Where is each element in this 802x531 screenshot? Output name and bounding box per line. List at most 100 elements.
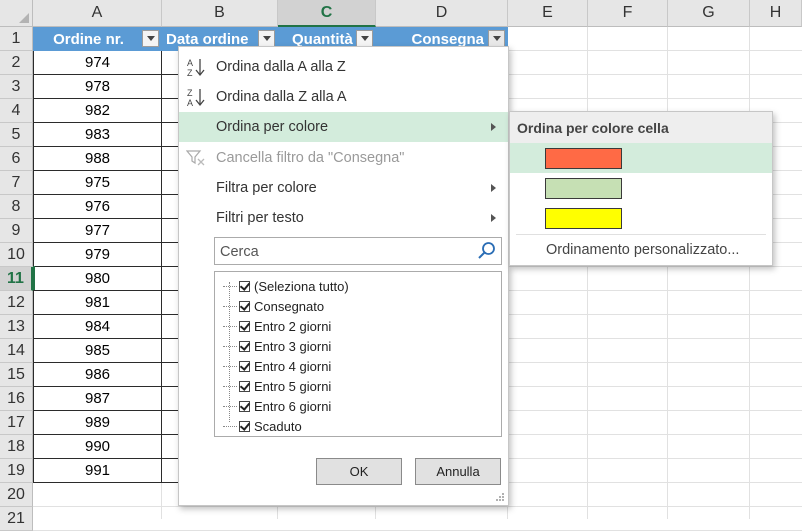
- row-header-19[interactable]: 19: [0, 459, 33, 483]
- cell-date-partial[interactable]: [162, 99, 178, 123]
- cell-order-number[interactable]: 980: [33, 267, 162, 291]
- row-header-14[interactable]: 14: [0, 339, 33, 363]
- cell-date-partial[interactable]: [162, 363, 178, 387]
- column-header-f[interactable]: F: [588, 0, 668, 27]
- cell-date-partial[interactable]: [162, 51, 178, 75]
- cell-date-partial[interactable]: [162, 291, 178, 315]
- column-header-a[interactable]: A: [33, 0, 162, 27]
- cell-date-partial[interactable]: [162, 75, 178, 99]
- row-header-13[interactable]: 13: [0, 315, 33, 339]
- ok-button[interactable]: OK: [316, 458, 402, 485]
- checkbox-checked[interactable]: [239, 420, 250, 432]
- cell-order-number[interactable]: 975: [33, 171, 162, 195]
- checkbox-checked[interactable]: [239, 400, 250, 412]
- cell-date-partial[interactable]: [162, 171, 178, 195]
- column-header-c[interactable]: C: [278, 0, 376, 27]
- cancel-button[interactable]: Annulla: [415, 458, 501, 485]
- cell-order-number[interactable]: 989: [33, 411, 162, 435]
- cell-order-number[interactable]: 990: [33, 435, 162, 459]
- filter-value-item[interactable]: Entro 5 giorni: [223, 376, 331, 396]
- column-header-b[interactable]: B: [162, 0, 278, 27]
- filter-dropdown-button-active[interactable]: [488, 30, 505, 47]
- row-header-16[interactable]: 16: [0, 387, 33, 411]
- custom-sort-item[interactable]: Ordinamento personalizzato...: [546, 238, 739, 262]
- text-filters-item[interactable]: Filtri per testo: [179, 203, 508, 233]
- cell-date-partial[interactable]: [162, 315, 178, 339]
- row-header-10[interactable]: 10: [0, 243, 33, 267]
- search-input[interactable]: [218, 239, 472, 265]
- filter-dropdown-button[interactable]: [142, 30, 159, 47]
- select-all-corner[interactable]: [0, 0, 33, 27]
- filter-value-item[interactable]: Entro 6 giorni: [223, 396, 331, 416]
- sort-by-color-item[interactable]: Ordina per colore: [179, 112, 508, 142]
- cell-date-partial[interactable]: [162, 219, 178, 243]
- row-header-3[interactable]: 3: [0, 75, 33, 99]
- filter-dropdown-button[interactable]: [258, 30, 275, 47]
- sort-a-z-item[interactable]: A Z Ordina dalla A alla Z: [179, 52, 508, 82]
- color-option-green[interactable]: [510, 173, 772, 203]
- row-header-9[interactable]: 9: [0, 219, 33, 243]
- cell-date-partial[interactable]: [162, 147, 178, 171]
- row-header-20[interactable]: 20: [0, 483, 33, 507]
- row-header-17[interactable]: 17: [0, 411, 33, 435]
- row-header-2[interactable]: 2: [0, 51, 33, 75]
- cell-date-partial[interactable]: [162, 243, 178, 267]
- row-header-6[interactable]: 6: [0, 147, 33, 171]
- cell-order-number[interactable]: 987: [33, 387, 162, 411]
- filter-dropdown-button[interactable]: [356, 30, 373, 47]
- row-header-1[interactable]: 1: [0, 27, 33, 51]
- row-header-12[interactable]: 12: [0, 291, 33, 315]
- filter-value-item[interactable]: (Seleziona tutto): [223, 276, 349, 296]
- cell-order-number[interactable]: 979: [33, 243, 162, 267]
- cell-order-number[interactable]: 986: [33, 363, 162, 387]
- cell-order-number[interactable]: 982: [33, 99, 162, 123]
- cell-order-number[interactable]: 978: [33, 75, 162, 99]
- cell-date-partial[interactable]: [162, 123, 178, 147]
- filter-value-item[interactable]: Scaduto: [223, 416, 302, 436]
- row-header-21[interactable]: 21: [0, 507, 33, 531]
- cell-order-number[interactable]: 985: [33, 339, 162, 363]
- cell-order-number[interactable]: 984: [33, 315, 162, 339]
- column-header-h[interactable]: H: [750, 0, 802, 27]
- color-swatch: [545, 208, 622, 229]
- cell-order-number[interactable]: 981: [33, 291, 162, 315]
- filter-by-color-item[interactable]: Filtra per colore: [179, 173, 508, 203]
- row-header-7[interactable]: 7: [0, 171, 33, 195]
- cell-order-number[interactable]: 983: [33, 123, 162, 147]
- sort-z-a-item[interactable]: Z A Ordina dalla Z alla A: [179, 82, 508, 112]
- resize-grip-icon[interactable]: [495, 492, 505, 502]
- column-header-g[interactable]: G: [668, 0, 750, 27]
- row-header-4[interactable]: 4: [0, 99, 33, 123]
- row-header-5[interactable]: 5: [0, 123, 33, 147]
- cell-date-partial[interactable]: [162, 387, 178, 411]
- row-header-11[interactable]: 11: [0, 267, 33, 291]
- cell-order-number[interactable]: 974: [33, 51, 162, 75]
- column-header-d[interactable]: D: [376, 0, 508, 27]
- checkbox-checked[interactable]: [239, 280, 250, 292]
- cell-date-partial[interactable]: [162, 459, 178, 483]
- checkbox-checked[interactable]: [239, 360, 250, 372]
- row-header-8[interactable]: 8: [0, 195, 33, 219]
- checkbox-checked[interactable]: [239, 320, 250, 332]
- color-option-orange[interactable]: [510, 143, 772, 173]
- cell-order-number[interactable]: 977: [33, 219, 162, 243]
- cell-date-partial[interactable]: [162, 267, 178, 291]
- filter-value-item[interactable]: Entro 2 giorni: [223, 316, 331, 336]
- checkbox-checked[interactable]: [239, 340, 250, 352]
- color-option-yellow[interactable]: [510, 203, 772, 233]
- cell-date-partial[interactable]: [162, 435, 178, 459]
- row-header-15[interactable]: 15: [0, 363, 33, 387]
- cell-order-number[interactable]: 988: [33, 147, 162, 171]
- cell-date-partial[interactable]: [162, 195, 178, 219]
- checkbox-checked[interactable]: [239, 300, 250, 312]
- filter-value-item[interactable]: Consegnato: [223, 296, 324, 316]
- cell-date-partial[interactable]: [162, 411, 178, 435]
- filter-value-item[interactable]: Entro 3 giorni: [223, 336, 331, 356]
- cell-order-number[interactable]: 976: [33, 195, 162, 219]
- cell-order-number[interactable]: 991: [33, 459, 162, 483]
- column-header-e[interactable]: E: [508, 0, 588, 27]
- checkbox-checked[interactable]: [239, 380, 250, 392]
- cell-date-partial[interactable]: [162, 339, 178, 363]
- filter-value-item[interactable]: Entro 4 giorni: [223, 356, 331, 376]
- row-header-18[interactable]: 18: [0, 435, 33, 459]
